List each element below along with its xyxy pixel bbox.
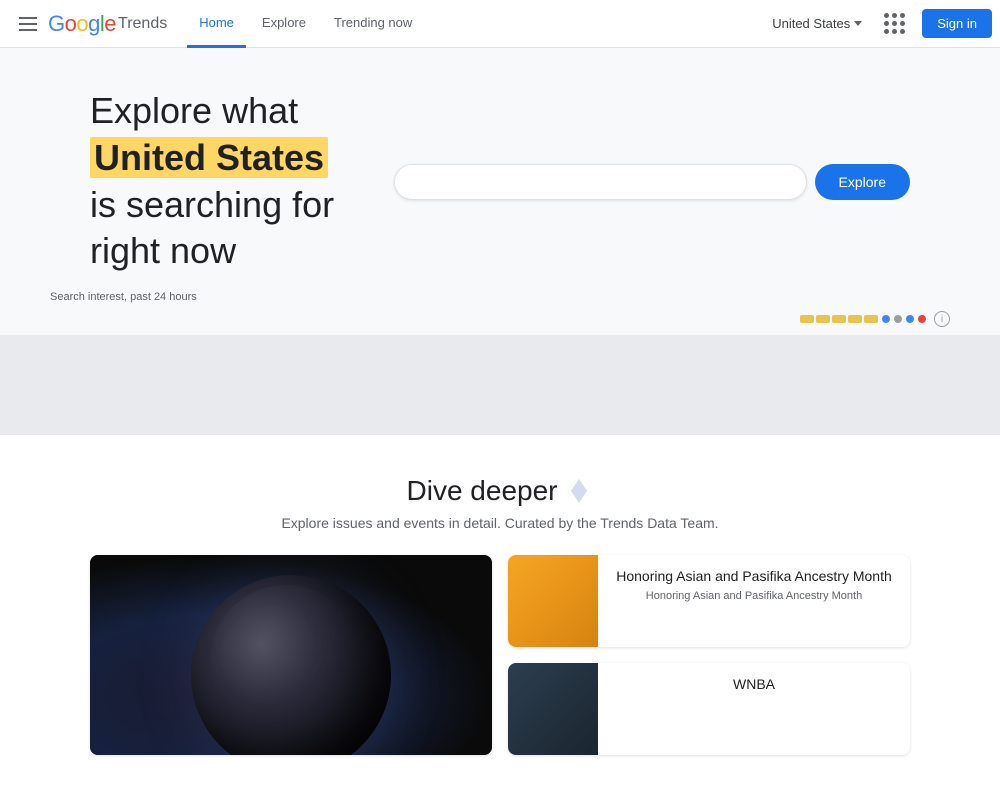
- chart-dot-red: [918, 315, 926, 323]
- card-asian-month-title: Honoring Asian and Pasifika Ancestry Mon…: [610, 567, 898, 585]
- hero-line2: is searching for: [90, 184, 334, 225]
- right-cards: Honoring Asian and Pasifika Ancestry Mon…: [508, 555, 910, 755]
- nav-explore[interactable]: Explore: [250, 0, 318, 48]
- region-selector[interactable]: United States: [768, 16, 866, 31]
- header-right: United States Sign in: [768, 4, 992, 44]
- chart-bar-5: [864, 315, 878, 323]
- apps-button[interactable]: [874, 4, 914, 44]
- chart-label-text: Search interest, past 24 hours: [50, 291, 197, 303]
- chart-info-button[interactable]: i: [934, 311, 950, 327]
- hero-highlight: United States: [90, 137, 328, 178]
- cards-container: Honoring Asian and Pasifika Ancestry Mon…: [50, 555, 950, 771]
- dive-deeper-title-text: Dive deeper: [407, 475, 558, 507]
- chart-label: Search interest, past 24 hours: [50, 291, 950, 303]
- card-wnba-image: [508, 663, 598, 755]
- hero-line1: Explore what: [90, 90, 298, 131]
- explore-button[interactable]: Explore: [815, 164, 910, 200]
- card-asian-month-desc: Honoring Asian and Pasifika Ancestry Mon…: [610, 589, 898, 604]
- sign-in-button[interactable]: Sign in: [922, 9, 992, 38]
- chart-bars: [800, 315, 878, 323]
- chart-section: Search interest, past 24 hours i: [0, 275, 1000, 335]
- menu-button[interactable]: [8, 4, 48, 44]
- chart-dot-blue: [882, 315, 890, 323]
- chart-bar-1: [800, 315, 814, 323]
- hero-text: Explore what United States is searching …: [90, 88, 334, 275]
- dive-deeper-section: Dive deeper Explore issues and events in…: [0, 435, 1000, 791]
- search-box: [394, 164, 806, 200]
- card-asian-month-content: Honoring Asian and Pasifika Ancestry Mon…: [598, 555, 910, 647]
- chart-dot-blue2: [906, 315, 914, 323]
- nav-home[interactable]: Home: [187, 0, 246, 48]
- card-asian-month[interactable]: Honoring Asian and Pasifika Ancestry Mon…: [508, 555, 910, 647]
- logo[interactable]: Google Trends: [48, 11, 167, 37]
- card-large-space[interactable]: [90, 555, 492, 755]
- card-asian-month-image: [508, 555, 598, 647]
- search-input[interactable]: [411, 173, 789, 191]
- chart-controls: i: [50, 311, 950, 335]
- chart-bar-2: [816, 315, 830, 323]
- card-wnba[interactable]: WNBA: [508, 663, 910, 755]
- logo-google-text: Google: [48, 11, 116, 37]
- dive-deeper-subtitle: Explore issues and events in detail. Cur…: [0, 515, 1000, 531]
- planet-visual: [191, 575, 391, 755]
- card-large-image: [90, 555, 492, 755]
- card-wnba-content: WNBA: [598, 663, 910, 755]
- dive-deeper-title: Dive deeper: [0, 475, 1000, 507]
- diamond-icon: [565, 477, 593, 505]
- hero-line3: right now: [90, 230, 236, 271]
- chart-bar-3: [832, 315, 846, 323]
- chart-bar-4: [848, 315, 862, 323]
- card-wnba-title: WNBA: [610, 675, 898, 693]
- hero-search-area: Explore: [394, 164, 910, 200]
- hero-title: Explore what United States is searching …: [90, 88, 334, 275]
- header: Google Trends Home Explore Trending now …: [0, 0, 1000, 48]
- apps-grid-icon: [884, 13, 905, 34]
- chevron-down-icon: [854, 21, 862, 26]
- main-nav: Home Explore Trending now: [187, 0, 768, 48]
- region-label: United States: [772, 16, 850, 31]
- chart-dot-gray: [894, 315, 902, 323]
- map-section: [0, 335, 1000, 435]
- hero-section: Explore what United States is searching …: [0, 48, 1000, 335]
- logo-trends-text: Trends: [118, 15, 167, 33]
- nav-trending[interactable]: Trending now: [322, 0, 424, 48]
